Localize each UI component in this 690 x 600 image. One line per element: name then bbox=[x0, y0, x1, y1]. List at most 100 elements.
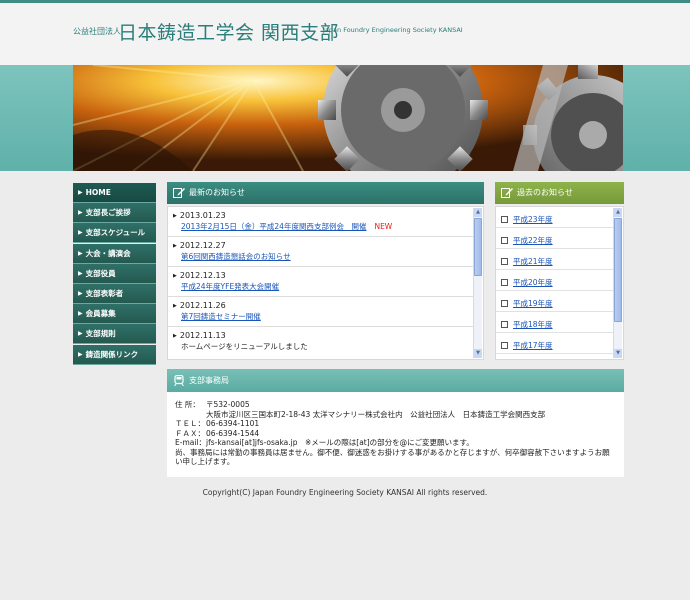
site-header: 公益社団法人 日本鋳造工学会 関西支部 Japan Foundry Engine… bbox=[0, 3, 690, 65]
news-item: 2013.01.23 2013年2月15日（金）平成24年度関西支部例会 開催 N… bbox=[168, 207, 474, 237]
edit-note-icon bbox=[501, 188, 513, 198]
nav-item-schedule[interactable]: ▶ 支部スケジュール bbox=[73, 223, 156, 244]
document-icon bbox=[501, 300, 508, 307]
past-news-header: 過去のお知らせ bbox=[495, 182, 624, 204]
nav-item-officers[interactable]: ▶ 支部役員 bbox=[73, 263, 156, 284]
address-text: 大阪市淀川区三国本町2-18-43 太洋マシナリー株式会社内 公益社団法人 日本… bbox=[206, 409, 546, 419]
news-item: 2012.11.26 第7回鋳造セミナー開催 bbox=[168, 297, 474, 327]
tel-number: 06-6394-1101 bbox=[206, 419, 260, 428]
scroll-up-arrow-icon[interactable]: ▲ bbox=[474, 208, 482, 217]
past-year-link[interactable]: 平成22年度 bbox=[513, 236, 553, 245]
nav-arrow-icon: ▶ bbox=[78, 209, 83, 217]
nav-item-awardees[interactable]: ▶ 支部表彰者 bbox=[73, 283, 156, 304]
document-icon bbox=[501, 258, 508, 265]
past-year-item[interactable]: 平成22年度 bbox=[496, 228, 614, 249]
document-icon bbox=[501, 321, 508, 328]
past-year-item[interactable]: 平成17年度 bbox=[496, 333, 614, 354]
email-text: jfs-kansai[at]jfs-osaka.jp ※メールの際は[at]の部… bbox=[206, 438, 474, 447]
nav-arrow-icon: ▶ bbox=[78, 350, 83, 358]
past-year-link[interactable]: 平成20年度 bbox=[513, 278, 553, 287]
past-news-scrollbar[interactable]: ▲ ▼ bbox=[613, 208, 622, 358]
nav-item-label: 支部スケジュール bbox=[85, 228, 146, 238]
scroll-down-arrow-icon[interactable]: ▼ bbox=[474, 349, 482, 358]
nav-arrow-icon: ▶ bbox=[78, 289, 83, 297]
document-icon bbox=[501, 237, 508, 244]
branch-office-title: 支部事務局 bbox=[189, 376, 229, 385]
fax-label: ＦＡＸ： bbox=[175, 428, 205, 438]
news-text: ホームページをリニューアルしました bbox=[181, 342, 308, 351]
scroll-thumb[interactable] bbox=[614, 218, 622, 322]
nav-arrow-icon: ▶ bbox=[78, 310, 83, 318]
address-label: 住 所： bbox=[175, 400, 200, 409]
nav-item-label: 支部役員 bbox=[85, 268, 116, 278]
fax-number: 06-6394-1544 bbox=[206, 428, 260, 438]
nav-arrow-icon: ▶ bbox=[78, 269, 83, 277]
nav-item-label: 支部規則 bbox=[85, 329, 116, 339]
branch-office-panel: 支部事務局 住 所： 〒532-0005 大阪市淀川区三国本町2-18-43 太洋… bbox=[167, 369, 624, 477]
email-label: E-mail： bbox=[175, 438, 207, 447]
past-year-item[interactable]: 平成18年度 bbox=[496, 312, 614, 333]
nav-item-label: 大会・講演会 bbox=[85, 248, 131, 258]
scroll-thumb[interactable] bbox=[474, 218, 482, 276]
latest-news-title: 最新のお知らせ bbox=[189, 188, 245, 197]
news-date: 2012.12.13 bbox=[173, 271, 474, 281]
past-year-link[interactable]: 平成19年度 bbox=[513, 299, 553, 308]
nav-arrow-icon: ▶ bbox=[78, 330, 83, 338]
edit-note-icon bbox=[173, 188, 185, 198]
nav-item-rules[interactable]: ▶ 支部規則 bbox=[73, 324, 156, 345]
nav-item-home[interactable]: ▶ HOME bbox=[73, 183, 156, 203]
nav-arrow-icon: ▶ bbox=[78, 189, 83, 196]
site-title[interactable]: 日本鋳造工学会 関西支部 bbox=[118, 18, 339, 45]
past-year-item[interactable]: 平成23年度 bbox=[496, 207, 614, 228]
past-year-link[interactable]: 平成17年度 bbox=[513, 341, 553, 350]
nav-item-label: 支部表彰者 bbox=[85, 288, 124, 298]
nav-arrow-icon: ▶ bbox=[78, 229, 83, 237]
past-year-item[interactable]: 平成19年度 bbox=[496, 291, 614, 312]
new-badge: NEW bbox=[374, 222, 393, 231]
org-type-label: 公益社団法人 bbox=[73, 27, 121, 36]
tel-label: ＴＥＬ： bbox=[175, 419, 205, 428]
latest-news-panel: 最新のお知らせ 2013.01.23 2013年2月15日（金）平成24年度関西… bbox=[167, 182, 484, 360]
past-news-list[interactable]: 平成23年度 平成22年度 平成21年度 平成20年度 平成19年度 平成18年… bbox=[495, 206, 624, 360]
office-note: 尚、事務局には常勤の事務員は居ません。御不便、御迷惑をお掛けする事があるかと存じ… bbox=[175, 447, 610, 467]
news-date: 2012.12.27 bbox=[173, 241, 474, 251]
branch-office-info: 住 所： 〒532-0005 大阪市淀川区三国本町2-18-43 太洋マシナリー株… bbox=[167, 392, 624, 477]
latest-news-list[interactable]: 2013.01.23 2013年2月15日（金）平成24年度関西支部例会 開催 N… bbox=[167, 206, 484, 360]
nav-item-conference[interactable]: ▶ 大会・講演会 bbox=[73, 243, 156, 264]
past-year-link[interactable]: 平成23年度 bbox=[513, 215, 553, 224]
nav-item-label: 鋳造関係リンク bbox=[85, 349, 139, 359]
scroll-up-arrow-icon[interactable]: ▲ bbox=[614, 208, 622, 217]
side-nav: ▶ HOME ▶ 支部長ご挨拶 ▶ 支部スケジュール ▶ 大会・講演会 ▶ 支部役員 ▶ 支… bbox=[73, 183, 156, 365]
nav-item-greeting[interactable]: ▶ 支部長ご挨拶 bbox=[73, 203, 156, 224]
news-date: 2013.01.23 bbox=[173, 211, 474, 221]
news-link[interactable]: 平成24年度YFE発表大会開催 bbox=[173, 281, 474, 292]
news-link[interactable]: 第6回関西鋳造懇話会のお知らせ bbox=[173, 251, 474, 262]
postal-code: 〒532-0005 bbox=[206, 400, 250, 409]
hero-gears-image bbox=[73, 65, 623, 171]
nav-item-label: 会員募集 bbox=[85, 309, 116, 319]
news-link[interactable]: 2013年2月15日（金）平成24年度関西支部例会 開催 bbox=[181, 222, 366, 231]
train-icon bbox=[174, 375, 184, 386]
past-year-link[interactable]: 平成21年度 bbox=[513, 257, 553, 266]
news-item: 2012.12.13 平成24年度YFE発表大会開催 bbox=[168, 267, 474, 297]
news-date: 2012.11.13 bbox=[173, 331, 474, 341]
news-item: 2012.11.13 ホームページをリニューアルしました bbox=[168, 327, 474, 357]
news-scrollbar[interactable]: ▲ ▼ bbox=[473, 208, 482, 358]
news-link[interactable]: 第7回鋳造セミナー開催 bbox=[173, 311, 474, 322]
news-item: 2012.12.27 第6回関西鋳造懇話会のお知らせ bbox=[168, 237, 474, 267]
past-year-item[interactable]: 平成20年度 bbox=[496, 270, 614, 291]
nav-item-membership[interactable]: ▶ 会員募集 bbox=[73, 304, 156, 325]
past-news-panel: 過去のお知らせ 平成23年度 平成22年度 平成21年度 平成20年度 平成19… bbox=[495, 182, 624, 360]
footer-copyright: Copyright(C) Japan Foundry Engineering S… bbox=[202, 488, 488, 497]
nav-item-label: HOME bbox=[85, 188, 111, 197]
past-news-title: 過去のお知らせ bbox=[517, 188, 573, 197]
latest-news-header: 最新のお知らせ bbox=[167, 182, 484, 204]
scroll-down-arrow-icon[interactable]: ▼ bbox=[614, 349, 622, 358]
past-year-item[interactable]: 平成21年度 bbox=[496, 249, 614, 270]
branch-office-header: 支部事務局 bbox=[167, 369, 624, 392]
document-icon bbox=[501, 342, 508, 349]
site-english-name: Japan Foundry Engineering Society KANSAI bbox=[323, 26, 463, 34]
past-year-link[interactable]: 平成18年度 bbox=[513, 320, 553, 329]
nav-item-label: 支部長ご挨拶 bbox=[85, 208, 131, 218]
nav-item-links[interactable]: ▶ 鋳造関係リンク bbox=[73, 344, 156, 365]
